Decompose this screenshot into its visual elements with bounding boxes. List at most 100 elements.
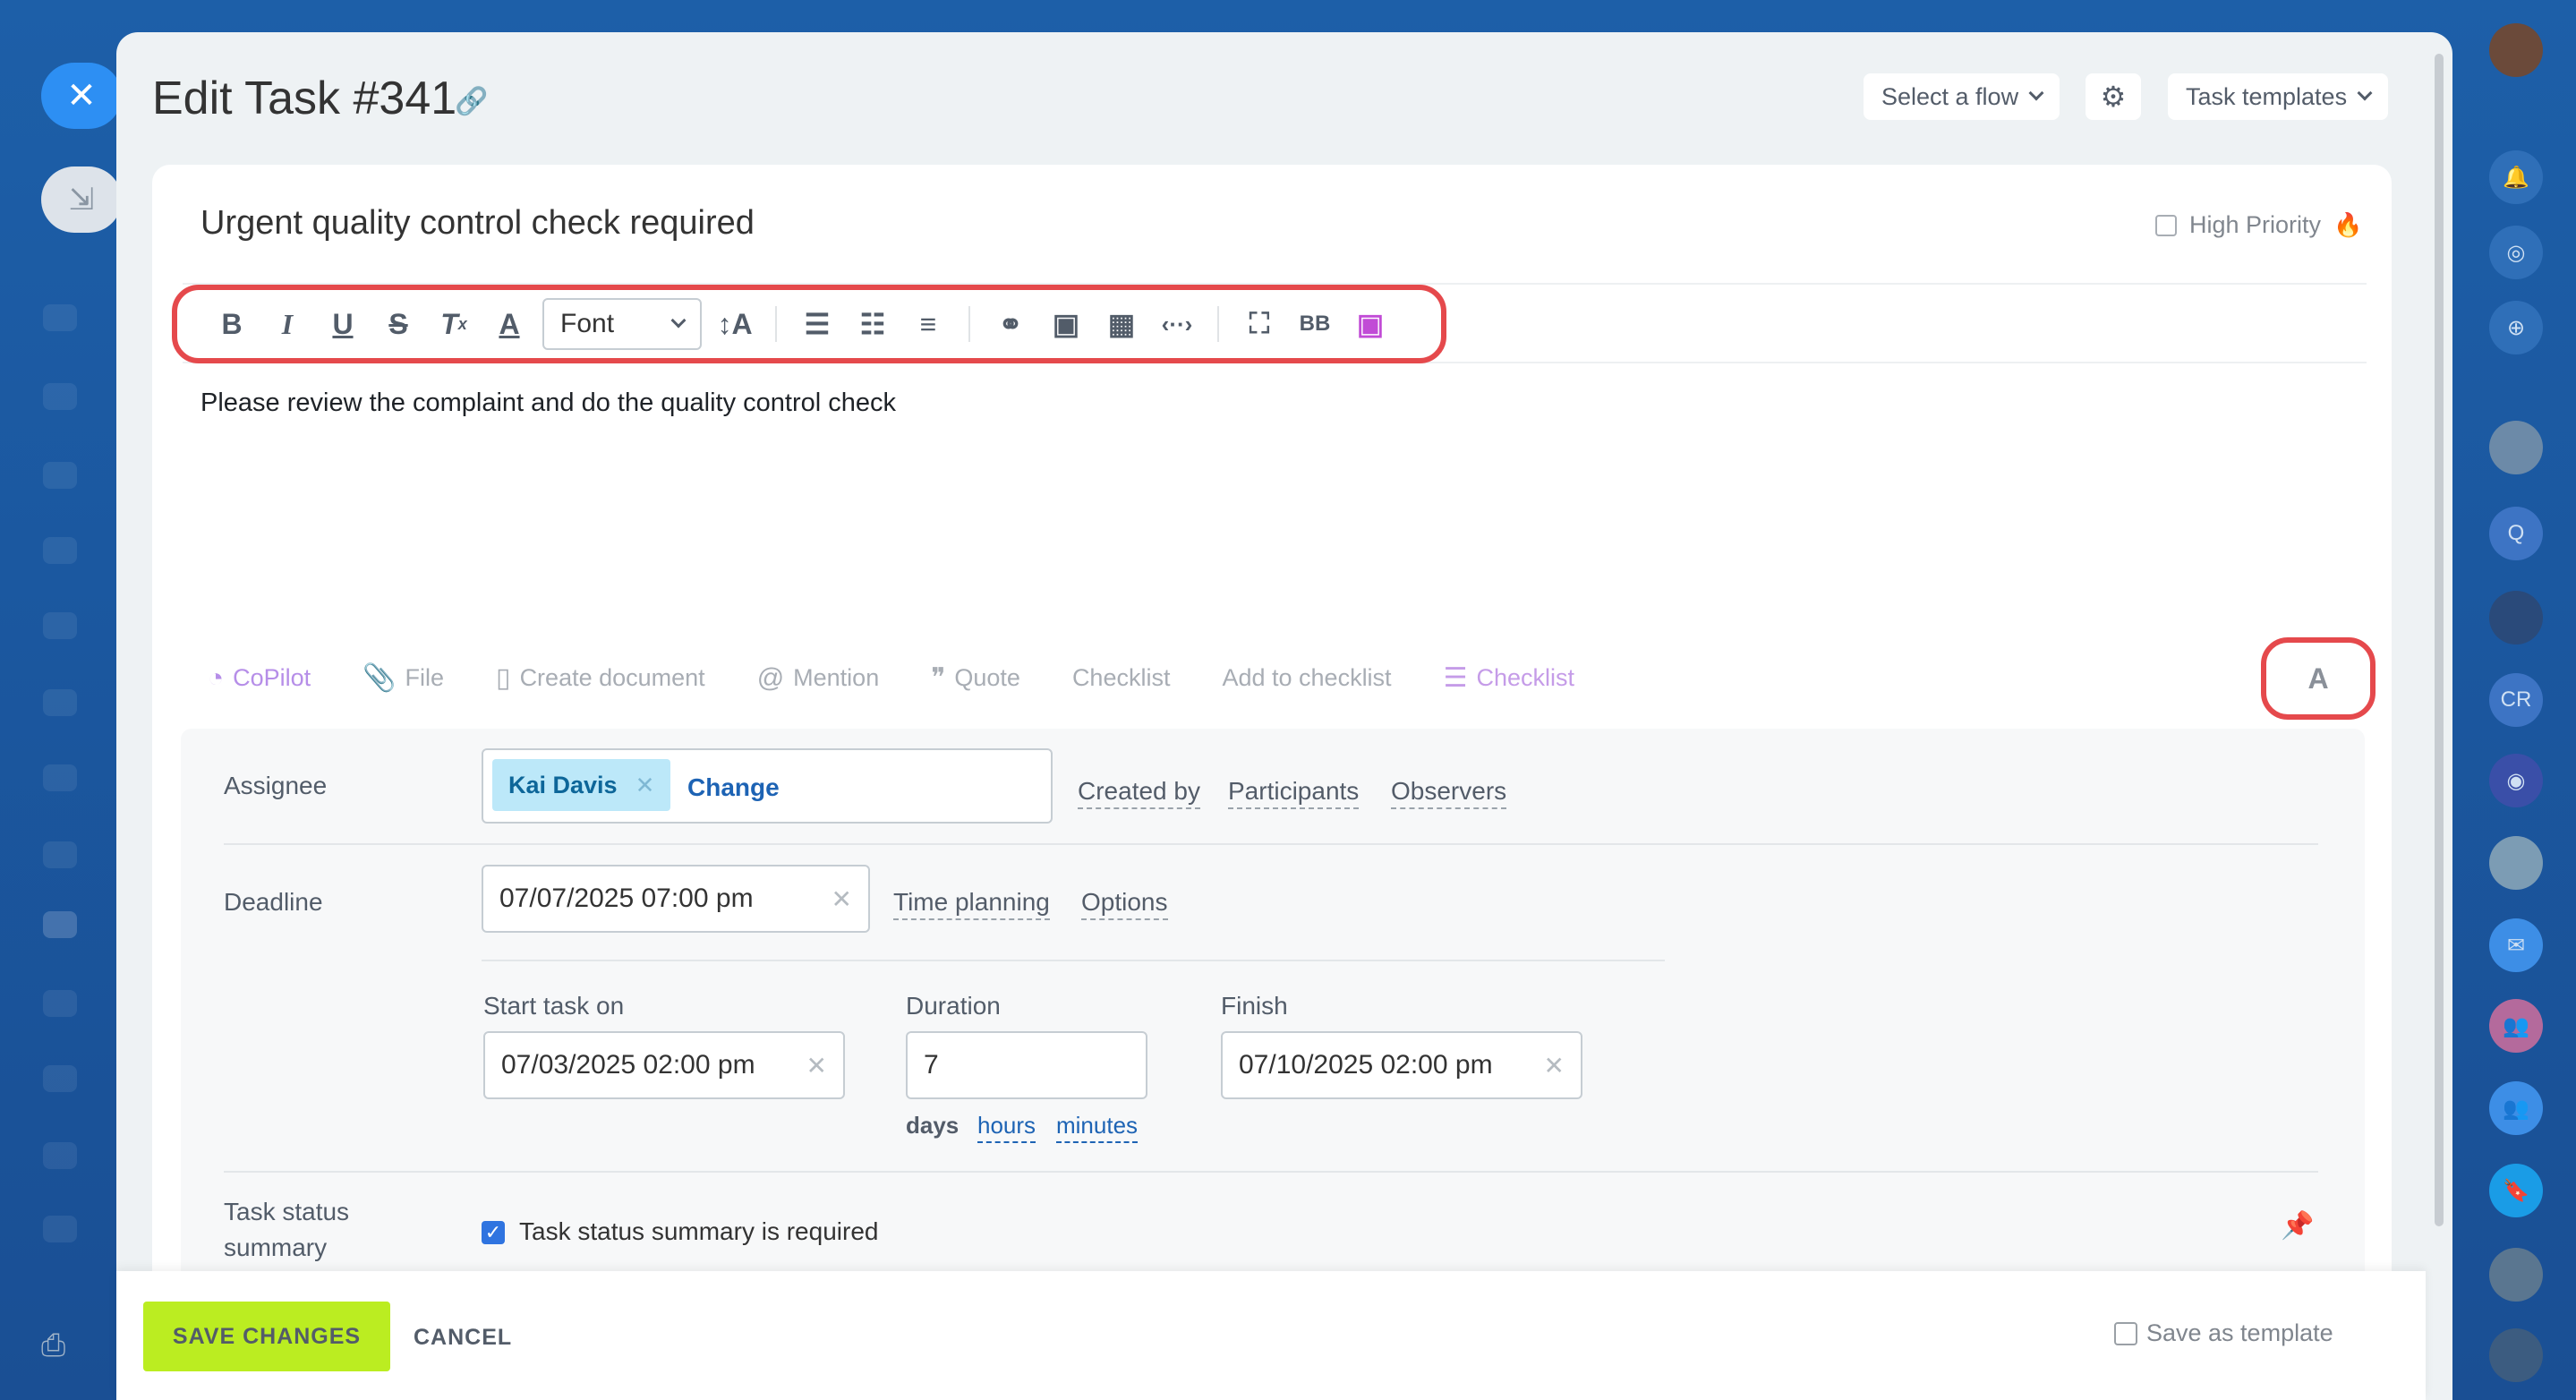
user-avatar-5[interactable] bbox=[2489, 1328, 2543, 1382]
link-icon[interactable]: 🔗 bbox=[455, 86, 488, 117]
finish-date-input[interactable]: 07/10/2025 02:00 pm ✕ bbox=[1221, 1031, 1582, 1099]
chat-search-icon[interactable]: ⊕ bbox=[2489, 301, 2543, 354]
participants-link[interactable]: Participants bbox=[1228, 777, 1360, 809]
font-color-icon[interactable]: A bbox=[482, 299, 537, 349]
created-by-link[interactable]: Created by bbox=[1078, 777, 1200, 809]
pin-icon[interactable]: 📌 bbox=[2281, 1210, 2314, 1242]
left-nav-item-active[interactable] bbox=[43, 911, 77, 938]
clear-deadline-icon[interactable]: ✕ bbox=[832, 884, 852, 914]
left-nav-item[interactable] bbox=[43, 689, 77, 716]
bulleted-list-icon[interactable]: ☷ bbox=[845, 299, 900, 349]
bold-icon[interactable]: B bbox=[204, 299, 260, 349]
notifications-icon[interactable]: 🔔 bbox=[2489, 150, 2543, 204]
underline-icon[interactable]: U bbox=[315, 299, 371, 349]
duration-input[interactable]: 7 bbox=[906, 1031, 1147, 1099]
font-select[interactable]: Font bbox=[542, 298, 702, 350]
bookmark-icon[interactable]: 🔖 bbox=[2489, 1164, 2543, 1217]
code-icon[interactable]: ‹··› bbox=[1149, 299, 1205, 349]
save-as-template-checkbox[interactable] bbox=[2114, 1321, 2137, 1345]
start-date-input[interactable]: 07/03/2025 02:00 pm ✕ bbox=[483, 1031, 845, 1099]
task-templates-dropdown[interactable]: Task templates bbox=[2168, 73, 2389, 120]
toolbar-separator bbox=[775, 306, 777, 342]
avatar-q[interactable]: Q bbox=[2489, 507, 2543, 560]
user-avatar-3[interactable] bbox=[2489, 836, 2543, 890]
user-avatar-2[interactable] bbox=[2489, 591, 2543, 645]
new-checklist-button[interactable]: ☰ Checklist bbox=[1444, 662, 1574, 694]
left-nav-item[interactable] bbox=[43, 383, 77, 410]
copilot-icon[interactable]: ◉ bbox=[2489, 754, 2543, 807]
link-insert-icon[interactable]: ⚭ bbox=[983, 299, 1038, 349]
high-priority-toggle[interactable]: High Priority 🔥 bbox=[2155, 211, 2362, 239]
copilot-button[interactable]: ◔ CoPilot bbox=[208, 663, 311, 694]
mention-button[interactable]: @ Mention bbox=[757, 663, 880, 694]
italic-icon[interactable]: I bbox=[260, 299, 315, 349]
deadline-input[interactable]: 07/07/2025 07:00 pm ✕ bbox=[482, 865, 870, 933]
clear-format-icon[interactable]: Tx bbox=[426, 299, 482, 349]
user-avatar-4[interactable] bbox=[2489, 1248, 2543, 1302]
left-nav-item[interactable] bbox=[43, 612, 77, 639]
strikethrough-icon[interactable]: S bbox=[371, 299, 426, 349]
high-priority-checkbox[interactable] bbox=[2155, 214, 2177, 236]
checklist-button[interactable]: Checklist bbox=[1072, 664, 1171, 692]
save-as-template-toggle[interactable]: Save as template bbox=[2114, 1319, 2333, 1347]
checklist-add-icon: ☰ bbox=[1443, 663, 1468, 693]
user-avatar[interactable] bbox=[2489, 23, 2543, 77]
group-icon-2[interactable]: 👥 bbox=[2489, 1081, 2543, 1135]
clear-finish-icon[interactable]: ✕ bbox=[1544, 1051, 1565, 1080]
scrollbar[interactable] bbox=[2435, 54, 2444, 1226]
file-button[interactable]: 📎 File bbox=[363, 662, 444, 694]
add-to-checklist-label: Add to checklist bbox=[1222, 664, 1392, 691]
finish-label: Finish bbox=[1221, 992, 1288, 1020]
bbcode-icon[interactable]: BB bbox=[1287, 299, 1343, 349]
left-nav-item[interactable] bbox=[43, 1142, 77, 1169]
ai-image-icon[interactable]: ▣ bbox=[1343, 299, 1398, 349]
settings-button[interactable]: ⚙ bbox=[2086, 73, 2141, 120]
status-summary-checkbox-label[interactable]: Task status summary is required bbox=[519, 1217, 878, 1246]
minimize-button[interactable]: ⇲ bbox=[41, 166, 122, 233]
unit-hours[interactable]: hours bbox=[977, 1112, 1036, 1143]
print-icon[interactable]: ⎙ bbox=[41, 1328, 77, 1362]
task-description-editor[interactable]: Please review the complaint and do the q… bbox=[200, 388, 896, 418]
left-nav-item[interactable] bbox=[43, 462, 77, 489]
unit-minutes[interactable]: minutes bbox=[1056, 1112, 1139, 1143]
unit-days[interactable]: days bbox=[906, 1112, 959, 1140]
change-assignee-link[interactable]: Change bbox=[687, 773, 780, 802]
assignee-label: Assignee bbox=[224, 772, 328, 799]
avatar-initial: Q bbox=[2507, 521, 2525, 545]
task-title-input[interactable]: Urgent quality control check required bbox=[200, 204, 755, 243]
fullscreen-icon[interactable]: ⛶ bbox=[1232, 299, 1287, 349]
format-toggle-button[interactable]: A bbox=[2261, 637, 2376, 720]
left-nav-item[interactable] bbox=[43, 841, 77, 868]
save-changes-button[interactable]: SAVE CHANGES bbox=[143, 1302, 390, 1371]
time-planning-link[interactable]: Time planning bbox=[893, 888, 1050, 920]
create-document-button[interactable]: ▯ Create document bbox=[496, 662, 705, 694]
left-nav-item[interactable] bbox=[43, 990, 77, 1017]
mail-icon[interactable]: ✉ bbox=[2489, 918, 2543, 972]
add-to-checklist-button[interactable]: Add to checklist bbox=[1222, 664, 1391, 692]
quote-button[interactable]: ❞ Quote bbox=[931, 662, 1020, 694]
remove-assignee-icon[interactable]: ✕ bbox=[635, 772, 655, 799]
align-icon[interactable]: ≡ bbox=[900, 299, 956, 349]
avatar-cr[interactable]: CR bbox=[2489, 673, 2543, 727]
font-size-icon[interactable]: ↕A bbox=[707, 299, 763, 349]
image-icon[interactable]: ▣ bbox=[1038, 299, 1094, 349]
observers-link[interactable]: Observers bbox=[1391, 777, 1507, 809]
left-nav-item[interactable] bbox=[43, 304, 77, 331]
left-nav-item[interactable] bbox=[43, 764, 77, 791]
clear-start-icon[interactable]: ✕ bbox=[806, 1051, 827, 1080]
target-icon[interactable]: ◎ bbox=[2489, 226, 2543, 279]
table-icon[interactable]: ▦ bbox=[1094, 299, 1149, 349]
left-nav-item[interactable] bbox=[43, 1065, 77, 1092]
group-avatar[interactable] bbox=[2489, 421, 2543, 474]
status-summary-checkbox[interactable]: ✓ bbox=[482, 1221, 505, 1244]
left-nav-item[interactable] bbox=[43, 1216, 77, 1242]
left-nav-item[interactable] bbox=[43, 537, 77, 564]
copilot-label: CoPilot bbox=[233, 664, 311, 691]
group-icon[interactable]: 👥 bbox=[2489, 999, 2543, 1053]
options-link[interactable]: Options bbox=[1081, 888, 1168, 920]
cancel-button[interactable]: CANCEL bbox=[414, 1325, 512, 1351]
save-as-template-label: Save as template bbox=[2146, 1319, 2333, 1346]
select-flow-dropdown[interactable]: Select a flow bbox=[1864, 73, 2060, 120]
numbered-list-icon[interactable]: ☰ bbox=[789, 299, 845, 349]
close-button[interactable]: ✕ bbox=[41, 63, 122, 129]
